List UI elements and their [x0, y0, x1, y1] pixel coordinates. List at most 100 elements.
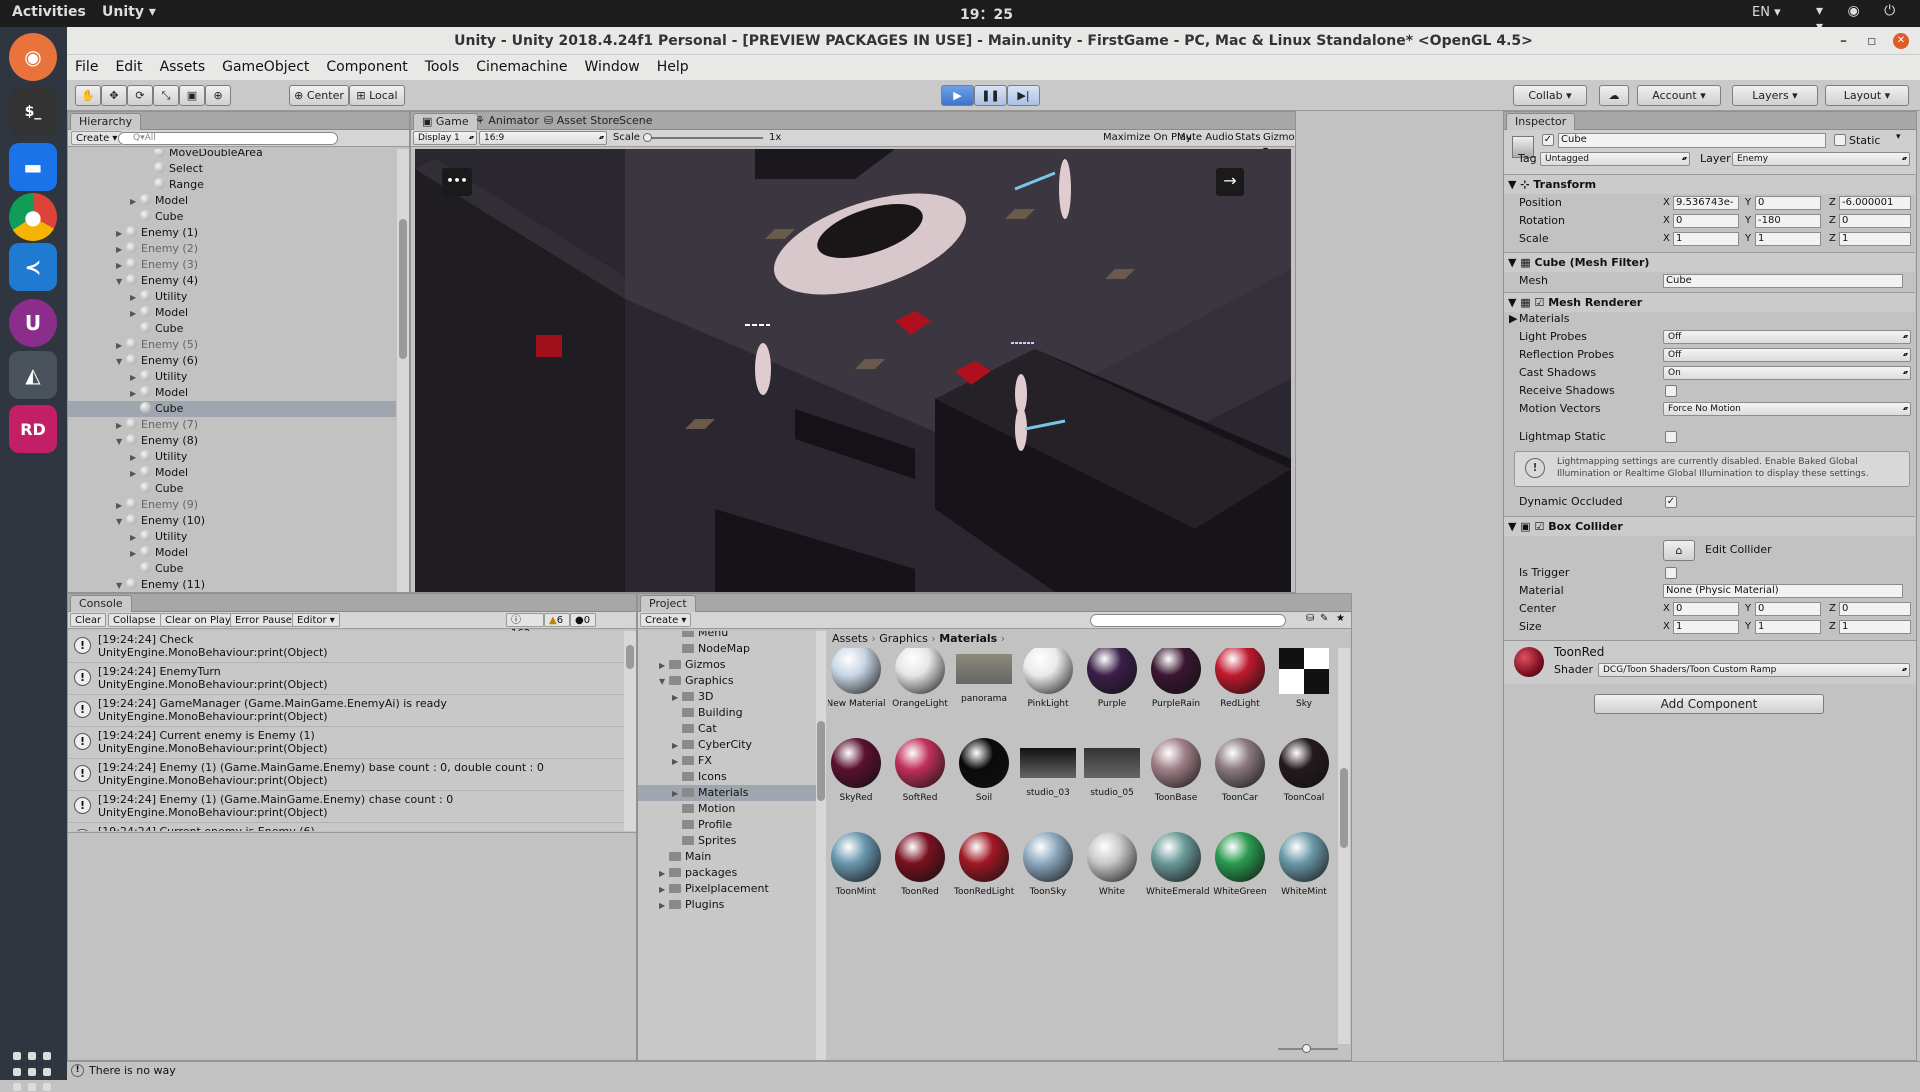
material-asset[interactable]: ToonRedLight — [954, 832, 1014, 912]
tab-animator[interactable]: ⚘ Animator — [467, 113, 547, 130]
project-folder-item[interactable]: Cat — [638, 721, 816, 737]
mesh-renderer-header[interactable]: ▼ ▦ ☑ Mesh Renderer — [1504, 292, 1915, 312]
expand-arrow-icon[interactable]: ▶ — [116, 418, 126, 434]
breadcrumb-materials[interactable]: Materials — [939, 632, 997, 645]
expand-arrow-icon[interactable]: ▶ — [130, 386, 140, 402]
active-checkbox[interactable]: ✓ — [1542, 134, 1554, 146]
tag-dropdown[interactable]: Untagged — [1540, 152, 1690, 166]
material-asset[interactable]: Soil — [954, 738, 1014, 818]
hierarchy-item[interactable]: ▶ Enemy (5) — [68, 337, 396, 353]
material-asset[interactable]: SkyRed — [828, 738, 886, 818]
hierarchy-item[interactable]: ▶ Utility — [68, 289, 396, 305]
hierarchy-scrollbar[interactable] — [397, 149, 409, 592]
layout-dropdown[interactable]: Layout ▾ — [1825, 85, 1909, 106]
project-folder-item[interactable]: ▶ 3D — [638, 689, 816, 705]
material-asset[interactable]: RedLight — [1210, 648, 1270, 724]
scale-slider[interactable] — [643, 133, 763, 142]
expand-arrow-icon[interactable]: ▼ — [116, 274, 126, 290]
expand-arrow-icon[interactable]: ▶ — [130, 194, 140, 210]
console-entry[interactable]: ! [19:24:24] GameManager (Game.MainGame.E… — [68, 695, 623, 727]
expand-arrow-icon[interactable]: ▶ — [130, 450, 140, 466]
console-clear-button[interactable]: Clear — [70, 613, 107, 627]
hierarchy-item[interactable]: ▶ Model — [68, 385, 396, 401]
minimize-button[interactable]: – — [1840, 27, 1847, 55]
menu-help[interactable]: Help — [657, 55, 689, 80]
asset-grid-scrollbar[interactable] — [1338, 648, 1350, 1044]
dynamic-occluded-checkbox[interactable]: ✓ — [1665, 496, 1677, 508]
console-entry[interactable]: ! [19:24:24] Current enemy is Enemy (1) Un… — [68, 727, 623, 759]
console-collapse-button[interactable]: Collapse — [108, 613, 161, 627]
scale-x[interactable]: 1 — [1673, 232, 1739, 246]
console-entry[interactable]: ! [19:24:24] Enemy (1) (Game.MainGame.Ene… — [68, 759, 623, 791]
project-folder-item[interactable]: Profile — [638, 817, 816, 833]
expand-arrow-icon[interactable]: ▶ — [659, 898, 669, 914]
expand-arrow-icon[interactable]: ▶ — [130, 546, 140, 562]
menu-assets[interactable]: Assets — [160, 55, 206, 80]
project-folder-item[interactable]: Main — [638, 849, 816, 865]
space-local-button[interactable]: ⊞ Local — [349, 85, 405, 106]
rect-tool-button[interactable]: ▣ — [179, 85, 205, 106]
project-folder-item[interactable]: ▶ FX — [638, 753, 816, 769]
material-asset[interactable]: ToonSky — [1018, 832, 1078, 912]
project-folder-item[interactable]: ▶ CyberCity — [638, 737, 816, 753]
console-editor-dropdown[interactable]: Editor ▾ — [292, 613, 340, 627]
material-asset[interactable]: studio_03 — [1018, 738, 1078, 818]
console-error-pause-button[interactable]: Error Pause — [230, 613, 297, 627]
step-button[interactable]: ▶| — [1007, 85, 1040, 106]
hierarchy-item[interactable]: MoveDoubleArea — [68, 149, 396, 161]
project-folder-item[interactable]: ▶ Plugins — [638, 897, 816, 913]
material-asset[interactable]: panorama — [954, 648, 1014, 724]
material-asset[interactable]: Purple — [1082, 648, 1142, 724]
close-button[interactable]: ✕ — [1893, 33, 1909, 49]
tab-project[interactable]: Project — [640, 595, 696, 612]
search-by-type-icon[interactable]: ⛁ — [1306, 613, 1314, 624]
material-asset[interactable]: PinkLight — [1018, 648, 1078, 724]
material-asset[interactable]: WhiteMint — [1274, 832, 1334, 912]
expand-arrow-icon[interactable]: ▼ — [116, 514, 126, 530]
expand-arrow-icon[interactable]: ▶ — [130, 306, 140, 322]
hierarchy-item[interactable]: Cube — [68, 209, 396, 225]
breadcrumb-graphics[interactable]: Graphics — [879, 632, 928, 645]
menu-file[interactable]: File — [75, 55, 98, 80]
material-asset[interactable]: White — [1082, 832, 1142, 912]
hierarchy-item[interactable]: ▼ Enemy (4) — [68, 273, 396, 289]
gizmos-dropdown[interactable]: Gizmos ▾ — [1259, 131, 1295, 156]
project-folder-item[interactable]: ▶ Materials — [638, 785, 816, 801]
hierarchy-item[interactable]: Cube — [68, 561, 396, 577]
project-folder-item[interactable]: ▶ Pixelplacement — [638, 881, 816, 897]
expand-arrow-icon[interactable]: ▶ — [130, 530, 140, 546]
console-info-count[interactable]: ⓘ 162 — [506, 613, 544, 639]
project-folder-item[interactable]: Menu — [638, 631, 816, 641]
asset-size-slider[interactable] — [1278, 1044, 1338, 1053]
hierarchy-search-input[interactable]: Q▾All — [118, 132, 338, 145]
terminal-icon[interactable]: $_ — [9, 88, 57, 136]
expand-arrow-icon[interactable]: ▶ — [116, 338, 126, 354]
expand-arrow-icon[interactable]: ▶ — [130, 370, 140, 386]
project-folder-item[interactable]: Sprites — [638, 833, 816, 849]
expand-arrow-icon[interactable]: ▶ — [672, 690, 682, 706]
physic-material-field[interactable]: None (Physic Material) — [1663, 584, 1903, 598]
expand-arrow-icon[interactable]: ▶ — [116, 226, 126, 242]
cast-shadows-dropdown[interactable]: On — [1663, 366, 1911, 380]
position-z[interactable]: -6.000001 — [1839, 196, 1911, 210]
tab-console[interactable]: Console — [70, 595, 132, 612]
expand-arrow-icon[interactable]: ▶ — [116, 258, 126, 274]
size-z[interactable]: 1 — [1839, 620, 1911, 634]
center-y[interactable]: 0 — [1755, 602, 1821, 616]
material-asset[interactable]: ToonCoal — [1274, 738, 1334, 818]
hierarchy-item[interactable]: ▼ Enemy (10) — [68, 513, 396, 529]
material-asset[interactable]: SoftRed — [890, 738, 950, 818]
menu-component[interactable]: Component — [326, 55, 407, 80]
console-warn-count[interactable]: ▲6 — [544, 613, 570, 627]
hierarchy-item[interactable]: ▶ Enemy (2) — [68, 241, 396, 257]
move-tool-button[interactable]: ✥ — [101, 85, 127, 106]
hierarchy-item[interactable]: ▶ Model — [68, 193, 396, 209]
account-dropdown[interactable]: Account ▾ — [1637, 85, 1721, 106]
material-asset[interactable]: ToonRed — [890, 832, 950, 912]
project-create-button[interactable]: Create ▾ — [640, 613, 692, 627]
chrome-icon[interactable]: ● — [9, 193, 57, 241]
console-entry[interactable]: ! [19:24:24] Enemy (1) (Game.MainGame.Ene… — [68, 791, 623, 823]
mute-audio-toggle[interactable]: Mute Audio — [1173, 131, 1238, 145]
center-x[interactable]: 0 — [1673, 602, 1739, 616]
receive-shadows-checkbox[interactable] — [1665, 385, 1677, 397]
